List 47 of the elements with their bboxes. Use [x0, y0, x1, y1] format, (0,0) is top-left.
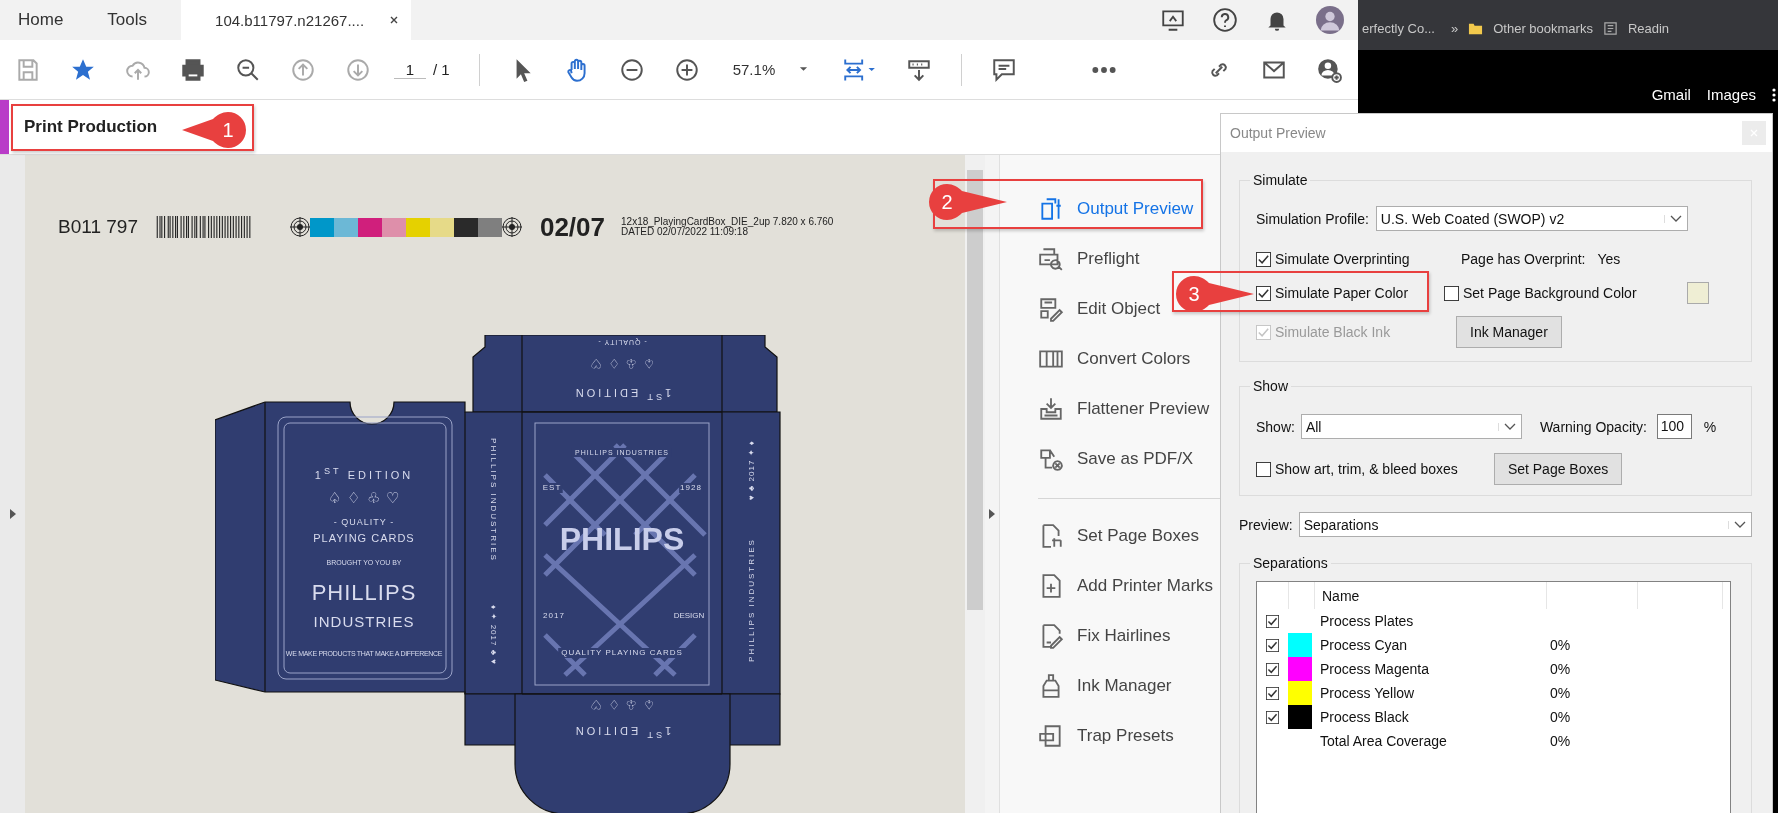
- job-id: B011 797: [58, 216, 138, 238]
- page-total: / 1: [433, 61, 450, 78]
- badge-text: DESIGN: [672, 611, 706, 621]
- file-date: DATED 02/07/2022 11:09:18: [621, 227, 748, 237]
- spine-text: ♥ ♣ 2017 ✦ ♦: [748, 440, 756, 500]
- logo-text: PHILIPS: [559, 523, 685, 555]
- table-cell-text: Process Cyan: [1319, 637, 1409, 653]
- brand-name: PHILLIPS: [311, 582, 417, 604]
- field-label: Show:: [1256, 418, 1295, 435]
- panel-title: Print Production: [24, 117, 158, 137]
- dialog-title: Output Preview: [1230, 125, 1326, 141]
- overprint-value: Yes: [1597, 251, 1621, 267]
- table-cell-text: Total Area Coverage: [1319, 733, 1448, 749]
- table-cell: 0%: [1550, 661, 1571, 677]
- table-cell: 0%: [1550, 733, 1571, 749]
- spine-text: ♦ ✦ 2017 ♣ ♥: [489, 605, 497, 665]
- field-label: Simulation Profile:: [1256, 210, 1369, 227]
- field-label: Page has Overprint:: [1461, 251, 1586, 267]
- badge-text: 1928: [679, 483, 703, 493]
- table-cell-text: Process Magenta: [1319, 661, 1430, 677]
- table-cell-text: Process Yellow: [1319, 685, 1416, 701]
- table-cell: 0%: [1550, 709, 1571, 725]
- edition-text: 1$^{ST}$ EDITION: [314, 467, 414, 481]
- brand-subtitle: INDUSTRIES: [313, 614, 415, 629]
- product-name: PLAYING CARDS: [313, 533, 415, 544]
- table-cell-text: Process Black: [1319, 709, 1410, 725]
- banner-text: QUALITY PLAYING CARDS: [558, 648, 686, 658]
- suit-symbols: ♤ ♧ ♢ ♡: [589, 357, 655, 370]
- date-code: 02/07: [539, 211, 606, 243]
- badge-text: 2017: [542, 611, 566, 621]
- file-info: 12x18_PlayingCardBox_DIE_2up 7.820 x 6.760: [621, 217, 834, 227]
- spine-text: PHILLIPS INDUSTRIES: [748, 538, 756, 662]
- field-label: Preview:: [1239, 516, 1293, 533]
- table-cell: 0%: [1550, 685, 1571, 701]
- quality-text: - QUALITY -: [333, 518, 395, 527]
- group-heading: Simulate: [1252, 172, 1309, 188]
- column-header: Name: [1315, 582, 1547, 609]
- table-cell-text: Process Plates: [1319, 613, 1415, 629]
- unit-label: %: [1703, 418, 1717, 435]
- spine-text: PHILLIPS INDUSTRIES: [489, 438, 497, 562]
- group-heading: Show: [1252, 378, 1290, 394]
- table-cell: 0%: [1550, 637, 1571, 653]
- group-heading: Separations: [1252, 555, 1329, 571]
- badge-text: EST: [541, 483, 563, 493]
- suit-symbols: ♤ ♢ ♧ ♡: [328, 490, 400, 505]
- field-label: Warning Opacity:: [1539, 418, 1647, 435]
- suit-symbols: ♤ ♧ ♢ ♡: [589, 698, 655, 711]
